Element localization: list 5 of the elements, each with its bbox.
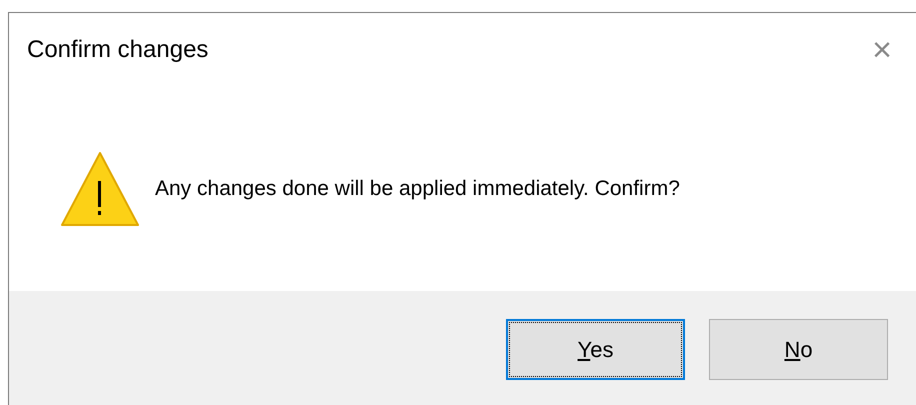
dialog-button[interactable]: Yes [506, 319, 685, 380]
warning-icon [60, 151, 140, 227]
dialog-button[interactable]: No [709, 319, 888, 380]
message-text: Any changes done will be applied immediately. Confirm? [155, 176, 680, 202]
window-title: Confirm changes [27, 35, 208, 65]
